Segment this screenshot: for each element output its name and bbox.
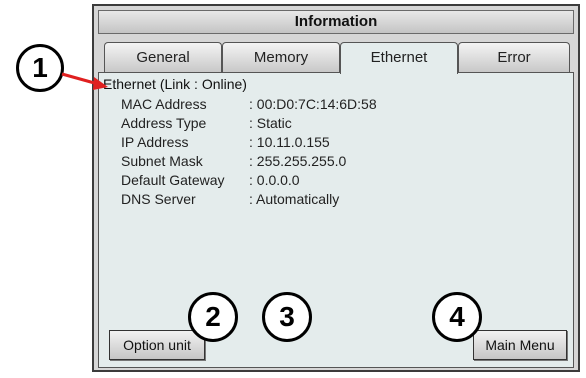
tab-error[interactable]: Error [458,42,570,72]
info-label: MAC Address [121,96,207,112]
ethernet-content: Ethernet (Link : Online) MAC Address : 0… [98,72,574,368]
callout-4: 4 [432,292,482,342]
info-value: : Static [249,115,292,131]
info-value: : 10.11.0.155 [249,134,330,150]
callout-2: 2 [188,292,238,342]
info-label: Default Gateway [121,172,225,188]
info-value: : 0.0.0.0 [249,172,300,188]
information-panel: Information General Memory Ethernet Erro… [92,4,580,372]
window-title: Information [98,10,574,34]
info-value: : 00:D0:7C:14:6D:58 [249,96,377,112]
info-label: Address Type [121,115,207,131]
option-unit-button[interactable]: Option unit [109,330,205,360]
ethernet-link-status: Ethernet (Link : Online) [103,76,247,92]
callout-1: 1 [16,44,64,92]
info-value: : Automatically [249,191,340,207]
info-value: : 255.255.255.0 [249,153,347,169]
callout-3: 3 [262,292,312,342]
tab-general[interactable]: General [104,42,222,72]
info-label: DNS Server [121,191,196,207]
info-label: IP Address [121,134,189,150]
main-menu-button[interactable]: Main Menu [473,330,567,360]
tab-memory[interactable]: Memory [222,42,340,72]
tab-ethernet[interactable]: Ethernet [340,42,458,74]
info-label: Subnet Mask [121,153,203,169]
